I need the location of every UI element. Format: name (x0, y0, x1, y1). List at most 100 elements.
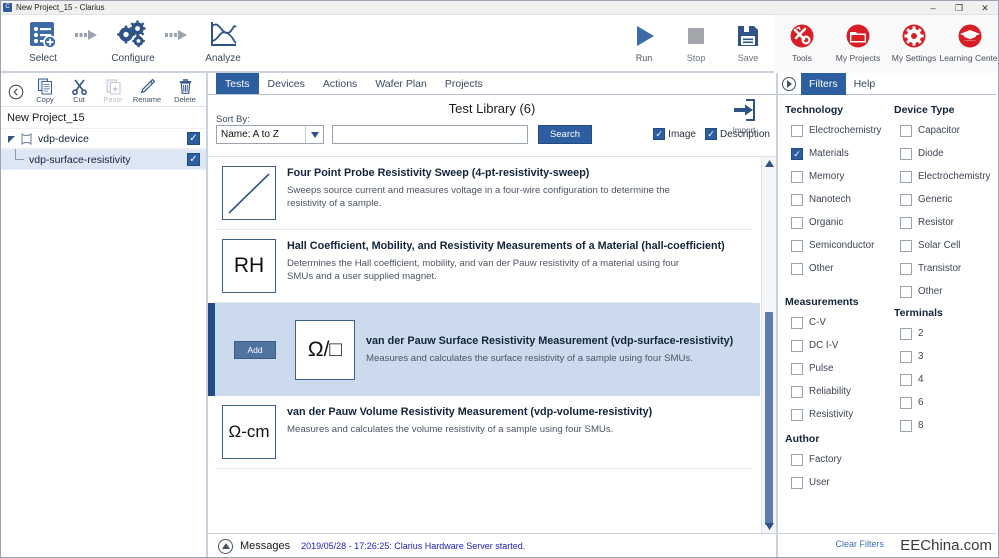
scroll-up-arrow-icon[interactable] (762, 157, 776, 170)
checkbox[interactable] (900, 124, 912, 137)
maximize-icon[interactable]: ❐ (946, 1, 972, 15)
checkbox[interactable] (791, 170, 803, 183)
test-list-item-selected[interactable]: Add Ω/□ van der Pauw Surface Resistivity… (208, 303, 760, 396)
filter-device-electrochemistry[interactable]: Electrochemistry (894, 165, 996, 188)
filter-nanotech[interactable]: Nanotech (785, 188, 887, 211)
filter-materials[interactable]: ✓ Materials (785, 142, 887, 165)
checkbox[interactable] (900, 285, 912, 298)
description-toggle[interactable]: ✓ Description (704, 128, 770, 140)
clear-filters-link[interactable]: Clear Filters (835, 539, 884, 549)
minimize-icon[interactable]: – (920, 1, 946, 15)
filter-organic[interactable]: Organic (785, 211, 887, 234)
checkbox[interactable] (900, 193, 912, 206)
search-input[interactable] (332, 125, 528, 144)
copy-button[interactable]: Copy (28, 75, 62, 105)
close-icon[interactable]: ✕ (972, 1, 998, 15)
filter-dc-iv[interactable]: DC I-V (785, 334, 887, 357)
expand-caret-icon[interactable] (7, 134, 17, 144)
delete-button[interactable]: Delete (168, 75, 202, 105)
add-test-button[interactable]: Add (234, 340, 276, 359)
back-button[interactable] (4, 80, 28, 100)
search-button[interactable]: Search (538, 125, 592, 144)
test-list-item[interactable]: Ω-cm van der Pauw Volume Resistivity Mea… (216, 396, 752, 469)
tab-tests[interactable]: Tests (216, 73, 259, 94)
filter-terminals-3[interactable]: 3 (894, 345, 996, 368)
tab-wafer-plan[interactable]: Wafer Plan (366, 73, 436, 94)
filter-memory[interactable]: Memory (785, 165, 887, 188)
learning-center-button[interactable]: Learning Center (940, 21, 998, 63)
tab-actions[interactable]: Actions (314, 73, 366, 94)
filter-terminals-8[interactable]: 8 (894, 414, 996, 437)
image-toggle[interactable]: ✓ Image (653, 128, 696, 140)
tree-item-vdp-device[interactable]: vdp-device ✓ (1, 128, 206, 149)
workflow-step-select[interactable]: Select (15, 18, 71, 64)
workflow-step-analyze[interactable]: Analyze (195, 18, 251, 64)
checkbox[interactable] (900, 396, 912, 409)
checkbox[interactable] (900, 262, 912, 275)
tab-filters[interactable]: Filters (801, 72, 846, 95)
checkbox[interactable] (900, 216, 912, 229)
filter-cv[interactable]: C-V (785, 311, 887, 334)
filter-semiconductor[interactable]: Semiconductor (785, 234, 887, 257)
checkbox[interactable] (791, 362, 803, 375)
checkbox[interactable] (900, 170, 912, 183)
cut-button[interactable]: Cut (62, 75, 96, 105)
save-button[interactable]: Save (722, 15, 774, 63)
filter-technology-other[interactable]: Other (785, 257, 887, 280)
test-list-scrollbar[interactable] (761, 157, 776, 533)
checkbox[interactable] (791, 193, 803, 206)
filter-terminals-6[interactable]: 6 (894, 391, 996, 414)
filter-pulse[interactable]: Pulse (785, 357, 887, 380)
filter-generic[interactable]: Generic (894, 188, 996, 211)
checkbox[interactable] (900, 350, 912, 363)
tree-item-vdp-surface-resistivity[interactable]: vdp-surface-resistivity ✓ (1, 149, 206, 170)
filter-terminals-2[interactable]: 2 (894, 322, 996, 345)
tab-projects[interactable]: Projects (436, 73, 492, 94)
filter-terminals-4[interactable]: 4 (894, 368, 996, 391)
sort-by-select[interactable]: Name: A to Z (216, 125, 324, 144)
filter-user[interactable]: User (785, 471, 887, 494)
checkbox[interactable] (900, 147, 912, 160)
image-checkbox[interactable]: ✓ (653, 128, 666, 140)
checkbox[interactable] (791, 339, 803, 352)
checkbox[interactable] (900, 327, 912, 340)
checkbox[interactable] (791, 385, 803, 398)
filter-solar-cell[interactable]: Solar Cell (894, 234, 996, 257)
filter-device-other[interactable]: Other (894, 280, 996, 303)
filter-capacitor[interactable]: Capacitor (894, 119, 996, 142)
filter-transistor[interactable]: Transistor (894, 257, 996, 280)
checkbox[interactable] (791, 316, 803, 329)
my-projects-button[interactable]: My Projects (830, 21, 886, 63)
filter-factory[interactable]: Factory (785, 448, 887, 471)
checkbox[interactable] (791, 453, 803, 466)
test-list-item[interactable]: RH Hall Coefficient, Mobility, and Resis… (216, 230, 752, 303)
filter-diode[interactable]: Diode (894, 142, 996, 165)
scroll-down-arrow-icon[interactable] (762, 520, 776, 533)
checkbox[interactable] (791, 262, 803, 275)
scrollbar-thumb[interactable] (765, 312, 773, 525)
workflow-step-configure[interactable]: Configure (105, 18, 161, 64)
filter-reliability[interactable]: Reliability (785, 380, 887, 403)
chevron-up-icon[interactable] (218, 538, 233, 554)
filter-electrochemistry[interactable]: Electrochemistry (785, 119, 887, 142)
tab-devices[interactable]: Devices (259, 73, 314, 94)
checkbox[interactable] (900, 419, 912, 432)
my-settings-button[interactable]: My Settings (886, 21, 942, 63)
stop-button[interactable]: Stop (670, 15, 722, 63)
checkbox[interactable] (900, 239, 912, 252)
tree-item-checkbox[interactable]: ✓ (187, 153, 200, 166)
chevron-down-icon[interactable] (305, 126, 323, 143)
checkbox[interactable] (900, 373, 912, 386)
checkbox[interactable] (791, 216, 803, 229)
chevron-right-icon[interactable] (782, 76, 796, 91)
tab-help[interactable]: Help (846, 73, 884, 95)
checkbox[interactable] (791, 239, 803, 252)
filter-resistor[interactable]: Resistor (894, 211, 996, 234)
tools-button[interactable]: Tools (774, 21, 830, 63)
checkbox[interactable] (791, 476, 803, 489)
description-checkbox[interactable]: ✓ (704, 128, 717, 140)
run-button[interactable]: Run (618, 15, 670, 63)
checkbox[interactable] (791, 124, 803, 137)
test-list-item[interactable]: Four Point Probe Resistivity Sweep (4-pt… (216, 157, 752, 230)
rename-button[interactable]: Rename (130, 75, 164, 105)
